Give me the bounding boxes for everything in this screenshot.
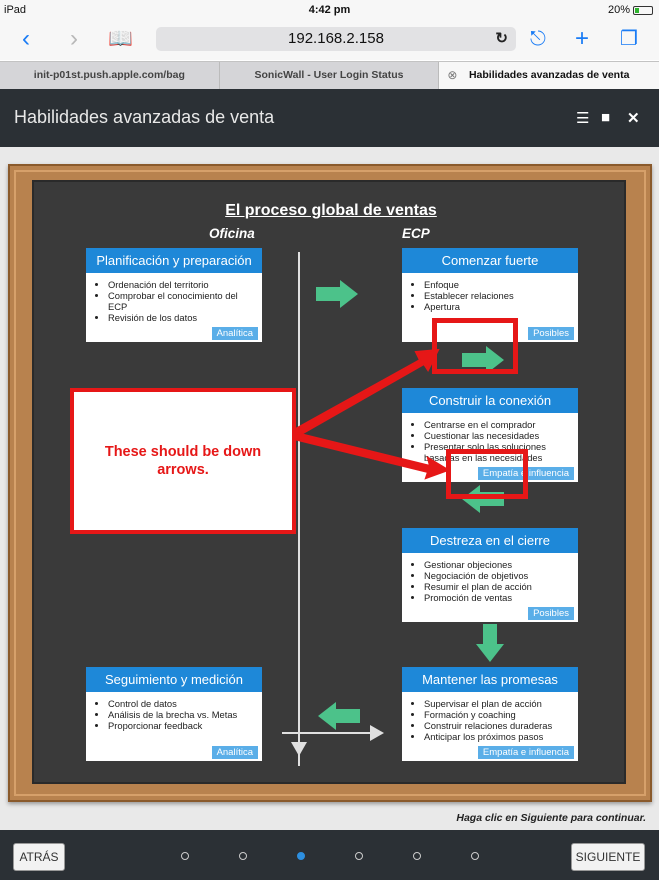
course-header: Habilidades avanzadas de venta ☰ ■ ✕ [0,89,659,147]
tabs-icon[interactable]: ❐ [620,24,638,54]
card-title: Seguimiento y medición [86,667,262,692]
board-title: El proceso global de ventas [225,202,437,219]
close-icon[interactable]: ✕ [627,109,640,127]
highlight-box [432,318,518,374]
close-tab-icon[interactable]: ⊗ [447,62,457,89]
card-mantener[interactable]: Mantener las promesas Supervisar el plan… [402,667,578,761]
arrow-right-icon [316,280,358,308]
battery-percent: 20% [607,4,630,16]
list-item: Análisis de la brecha vs. Metas [108,709,258,720]
page-dot[interactable] [181,852,189,860]
page-dot[interactable] [413,852,421,860]
card-title: Construir la conexión [402,388,578,413]
browser-tabs: init-p01st.push.apple.com/bag SonicWall … [0,61,659,89]
battery-icon [633,5,653,15]
card-planificacion[interactable]: Planificación y preparación Ordenación d… [86,248,262,342]
page-dot[interactable] [355,852,363,860]
page-dot[interactable] [239,852,247,860]
card-title: Mantener las promesas [402,667,578,692]
list-item: Resumir el plan de acción [424,581,574,592]
next-button[interactable]: SIGUIENTE [571,843,645,871]
card-tag: Empatía e influencia [477,746,574,759]
card-list: Gestionar objeciones Negociación de obje… [402,553,578,603]
divider-line [298,252,300,766]
bottom-navigation: ATRÁS SIGUIENTE [0,830,659,880]
status-bar: iPad 4:42 pm 20% [0,0,659,20]
card-tag: Analítica [211,327,258,340]
list-item: Promoción de ventas [424,592,574,603]
list-item: Anticipar los próximos pasos [424,731,574,742]
forward-icon[interactable]: › [70,24,78,54]
list-item: Negociación de objetivos [424,570,574,581]
axis-arrow-down-icon [291,742,307,756]
card-tag: Posibles [528,607,574,620]
tab-habilidades[interactable]: ⊗ Habilidades avanzadas de venta [439,62,659,89]
reload-icon[interactable]: ↻ [495,27,508,51]
list-item: Ordenación del territorio [108,279,258,290]
list-item: Formación y coaching [424,709,574,720]
card-list: Enfoque Establecer relaciones Apertura [402,273,578,312]
share-icon[interactable]: ⎋ [530,24,546,54]
tab-sonicwall[interactable]: SonicWall - User Login Status [220,62,440,89]
notes-icon[interactable]: ■ [601,109,610,126]
highlight-box [446,449,528,499]
url-bar[interactable]: 192.168.2.158 ↻ [156,27,516,51]
annotation-text: These should be down arrows. [104,444,262,478]
list-item: Gestionar objeciones [424,559,574,570]
card-title: Comenzar fuerte [402,248,578,273]
card-list: Control de datos Análisis de la brecha v… [86,692,262,731]
card-list: Supervisar el plan de acción Formación y… [402,692,578,742]
menu-list-icon[interactable]: ☰ [576,109,589,127]
axis-line [282,732,372,734]
column-heading-oficina: Oficina [209,226,255,241]
url-text: 192.168.2.158 [288,30,384,47]
card-title: Planificación y preparación [86,248,262,273]
axis-arrow-right-icon [370,725,384,741]
card-seguimiento[interactable]: Seguimiento y medición Control de datos … [86,667,262,761]
list-item: Proporcionar feedback [108,720,258,731]
arrow-down-icon [476,624,504,662]
card-list: Ordenación del territorio Comprobar el c… [86,273,262,323]
list-item: Comprobar el conocimiento del ECP [108,290,258,312]
list-item: Construir relaciones duraderas [424,720,574,731]
column-heading-ecp: ECP [402,226,430,241]
list-item: Control de datos [108,698,258,709]
card-title: Destreza en el cierre [402,528,578,553]
card-tag: Posibles [528,327,574,340]
page-dot-current[interactable] [297,852,305,860]
card-destreza[interactable]: Destreza en el cierre Gestionar objecion… [402,528,578,622]
new-tab-icon[interactable]: + [575,24,589,54]
arrow-left-icon [318,702,360,730]
clock: 4:42 pm [308,4,351,16]
bookmarks-icon[interactable]: 📖 [108,24,133,54]
tab-label: Habilidades avanzadas de venta [468,69,630,81]
annotation-callout: These should be down arrows. [70,388,296,534]
list-item: Centrarse en el comprador [424,419,574,430]
list-item: Supervisar el plan de acción [424,698,574,709]
card-tag: Analítica [211,746,258,759]
list-item: Enfoque [424,279,574,290]
list-item: Revisión de los datos [108,312,258,323]
list-item: Apertura [424,301,574,312]
page-dot[interactable] [471,852,479,860]
continue-hint: Haga clic en Siguiente para continuar. [456,812,646,824]
back-button[interactable]: ATRÁS [13,843,65,871]
back-icon[interactable]: ‹ [22,24,30,54]
tab-apple-push[interactable]: init-p01st.push.apple.com/bag [0,62,220,89]
list-item: Establecer relaciones [424,290,574,301]
battery-indicator: 20% [608,4,653,16]
page-title: Habilidades avanzadas de venta [14,107,275,127]
list-item: Cuestionar las necesidades [424,430,574,441]
